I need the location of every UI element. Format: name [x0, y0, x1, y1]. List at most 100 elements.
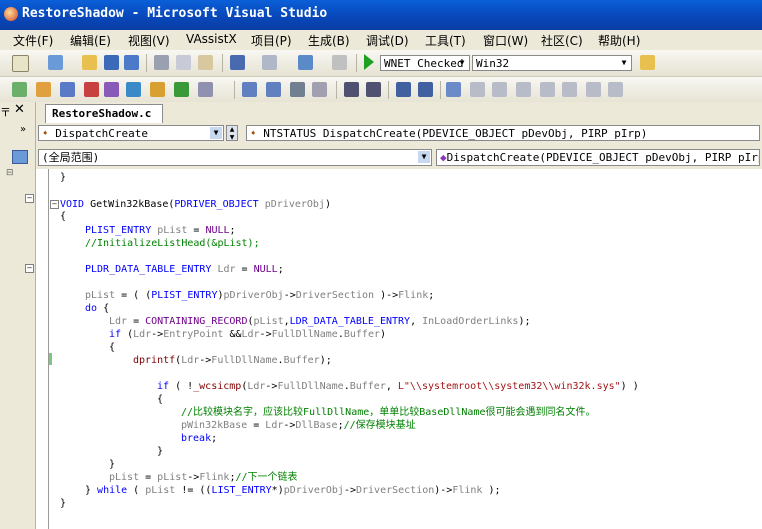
- collapse-icon[interactable]: −: [25, 194, 34, 203]
- function-list-value: DispatchCreate: [55, 127, 148, 140]
- uncomment-icon[interactable]: [418, 82, 433, 97]
- class-view-icon[interactable]: [60, 82, 75, 97]
- member-dropdown[interactable]: ◆DispatchCreate(PDEVICE_OBJECT pDevObj, …: [436, 149, 760, 166]
- prev-bookmark-icon[interactable]: [470, 82, 485, 97]
- chevron-down-icon: ▼: [210, 127, 222, 139]
- toolbox-icon[interactable]: [12, 150, 28, 164]
- tab-restoreshadow-c[interactable]: RestoreShadow.c: [45, 104, 163, 123]
- quick-info-icon[interactable]: [266, 82, 281, 97]
- scope-value: (全局范围): [42, 151, 100, 164]
- method-icon: ◆: [440, 151, 447, 164]
- save-all-icon[interactable]: [124, 55, 139, 70]
- next-bookmark-folder-icon[interactable]: [540, 82, 555, 97]
- platform-dropdown[interactable]: Win32 ▼: [472, 55, 632, 71]
- save-icon[interactable]: [104, 55, 119, 70]
- code-line: PLDR_DATA_TABLE_ENTRY Ldr = NULL;: [85, 264, 284, 275]
- find-in-files-icon[interactable]: [640, 55, 655, 70]
- find-symbol-icon[interactable]: [84, 82, 99, 97]
- code-line: if ( !_wcsicmp(Ldr->FullDllName.Buffer, …: [157, 381, 639, 392]
- visual-studio-icon: [4, 7, 18, 21]
- expand-icon[interactable]: ⊟: [6, 168, 14, 178]
- solution-config-value: WNET Checked: [384, 57, 464, 70]
- new-project-icon[interactable]: [12, 55, 29, 72]
- add-item-icon[interactable]: [48, 55, 63, 70]
- navigate-forward-icon[interactable]: [332, 55, 347, 70]
- next-doc-bookmark-icon[interactable]: [586, 82, 601, 97]
- overflow-icon[interactable]: »: [20, 124, 26, 135]
- prev-doc-bookmark-icon[interactable]: [562, 82, 577, 97]
- open-folder-icon[interactable]: [82, 55, 97, 70]
- comment-icon[interactable]: [396, 82, 411, 97]
- pin-icon[interactable]: 〒: [0, 104, 11, 120]
- text-editor-toolbar: [0, 77, 762, 104]
- chevron-down-icon: ▼: [459, 58, 465, 67]
- window-title: RestoreShadow - Microsoft Visual Studio: [22, 6, 328, 21]
- increase-indent-icon[interactable]: [366, 82, 381, 97]
- spell-check-icon[interactable]: [174, 82, 189, 97]
- code-line: Ldr = CONTAINING_RECORD(pList,LDR_DATA_T…: [109, 316, 531, 327]
- code-line: pList = pList->Flink;//下一个链表: [109, 472, 298, 483]
- undo-icon[interactable]: [230, 55, 245, 70]
- start-debugging-icon[interactable]: [364, 54, 374, 70]
- parameter-info-icon[interactable]: [242, 82, 257, 97]
- menu-bar: 文件(F) 编辑(E) 视图(V) VAssistX 项目(P) 生成(B) 调…: [0, 30, 762, 51]
- menu-tools[interactable]: 工具(T): [425, 32, 466, 49]
- menu-build[interactable]: 生成(B): [308, 32, 350, 49]
- menu-help[interactable]: 帮助(H): [598, 32, 640, 49]
- chevron-down-icon: ▼: [418, 151, 430, 163]
- complete-word-icon[interactable]: [290, 82, 305, 97]
- decrease-indent-icon[interactable]: [344, 82, 359, 97]
- tab-label: RestoreShadow.c: [52, 107, 152, 120]
- menu-window[interactable]: 窗口(W): [483, 32, 528, 49]
- signature-dropdown[interactable]: ➧ NTSTATUS DispatchCreate(PDEVICE_OBJECT…: [246, 125, 760, 141]
- code-line: }: [109, 459, 116, 470]
- function-list-dropdown[interactable]: ➧ DispatchCreate ▼: [38, 125, 224, 141]
- menu-edit[interactable]: 编辑(E): [70, 32, 111, 49]
- redo-icon[interactable]: [262, 55, 277, 70]
- code-line: break;: [181, 433, 218, 444]
- menu-community[interactable]: 社区(C): [541, 32, 583, 49]
- menu-debug[interactable]: 调试(D): [366, 32, 409, 49]
- list-members-icon[interactable]: [198, 82, 213, 97]
- clear-bookmarks-icon[interactable]: [608, 82, 623, 97]
- code-line: dprintf(Ldr->FullDllName.Buffer);: [133, 355, 332, 366]
- scope-dropdown[interactable]: (全局范围) ▼: [38, 149, 432, 166]
- menu-project[interactable]: 项目(P): [251, 32, 292, 49]
- code-comment: //InitializeListHead(&pList);: [85, 238, 260, 249]
- references-icon[interactable]: [104, 82, 119, 97]
- code-line: if (Ldr->EntryPoint &&Ldr->FullDllName.B…: [109, 329, 387, 340]
- snippet-icon[interactable]: [150, 82, 165, 97]
- navigation-bar: ➧ DispatchCreate ▼ ▲ ▼ ➧ NTSTATUS Dispatc…: [36, 123, 762, 169]
- code-line: {: [109, 342, 116, 353]
- code-line: do {: [85, 303, 110, 314]
- prev-bookmark-folder-icon[interactable]: [516, 82, 531, 97]
- bookmark-icon[interactable]: [446, 82, 461, 97]
- goto-icon[interactable]: [126, 82, 141, 97]
- menu-vassistx[interactable]: VAssistX: [186, 32, 237, 46]
- collapse-icon[interactable]: −: [25, 264, 34, 273]
- checkmark-icon[interactable]: [12, 82, 27, 97]
- code-line: }: [60, 498, 67, 509]
- navigate-back-icon[interactable]: [298, 55, 313, 70]
- open-file-icon[interactable]: [36, 82, 51, 97]
- nav-spinner[interactable]: ▲ ▼: [226, 125, 238, 141]
- menu-view[interactable]: 视图(V): [128, 32, 170, 49]
- paste-icon[interactable]: [198, 55, 213, 70]
- platform-value: Win32: [476, 57, 510, 70]
- code-line: PLIST_ENTRY pList = NULL;: [85, 225, 236, 236]
- function-icon: ➧: [42, 127, 56, 140]
- copy-icon[interactable]: [176, 55, 191, 70]
- menu-file[interactable]: 文件(F): [13, 32, 53, 49]
- font-size-icon[interactable]: [312, 82, 327, 97]
- solution-config-dropdown[interactable]: WNET Checked ▼: [380, 55, 470, 71]
- code-line: pWin32kBase = Ldr->DllBase;//保存模块基址: [181, 420, 416, 431]
- code-comment: //比较模块名字，应该比较FullDllName，单单比较BaseDllName…: [181, 407, 596, 418]
- collapse-icon[interactable]: −: [50, 200, 59, 209]
- code-line: {: [60, 211, 67, 222]
- code-line: pList = ( (PLIST_ENTRY)pDriverObj->Drive…: [85, 290, 435, 301]
- outline-margin: [48, 169, 59, 529]
- member-value: DispatchCreate(PDEVICE_OBJECT pDevObj, P…: [446, 151, 760, 164]
- next-bookmark-icon[interactable]: [492, 82, 507, 97]
- cut-icon[interactable]: [154, 55, 169, 70]
- close-icon[interactable]: ✕: [14, 102, 25, 117]
